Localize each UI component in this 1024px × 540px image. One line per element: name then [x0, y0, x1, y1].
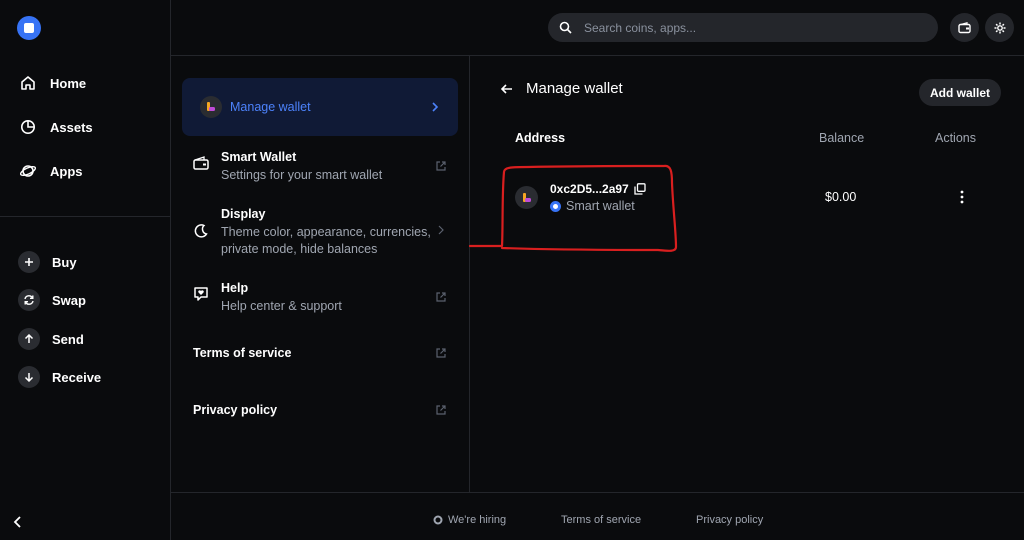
pie-chart-icon	[18, 117, 38, 137]
footer-link-privacy[interactable]: Privacy policy	[696, 514, 763, 526]
moon-icon	[193, 223, 211, 241]
back-arrow-icon[interactable]	[500, 82, 514, 96]
display-desc: Theme color, appearance, currencies, pri…	[221, 225, 431, 256]
page-title: Manage wallet	[526, 80, 623, 97]
action-label: Buy	[52, 254, 77, 270]
arrow-up-icon	[18, 328, 40, 350]
terms-title: Terms of service	[193, 346, 292, 360]
settings-item-manage-wallet[interactable]: Manage wallet	[182, 78, 458, 136]
more-options-icon[interactable]	[956, 189, 968, 205]
column-header-address: Address	[515, 131, 566, 145]
smart-wallet-desc: Settings for your smart wallet	[221, 168, 383, 182]
planet-icon	[18, 161, 38, 181]
column-header-balance: Balance	[819, 131, 865, 145]
help-desc: Help center & support	[221, 299, 342, 313]
help-title: Help	[221, 281, 249, 295]
arrow-down-icon	[18, 366, 40, 388]
wallet-avatar-icon	[200, 96, 222, 118]
nav-divider	[0, 216, 171, 217]
nav-item-label: Home	[50, 75, 87, 91]
action-label: Send	[52, 331, 84, 347]
gear-icon	[994, 22, 1006, 34]
wallet-icon	[958, 21, 971, 34]
footer-link-label: Privacy policy	[696, 514, 764, 526]
settings-button[interactable]	[985, 13, 1014, 42]
display-title: Display	[221, 207, 266, 221]
footer-link-label: Terms of service	[561, 514, 642, 526]
action-label: Swap	[52, 292, 86, 308]
plus-icon	[18, 251, 40, 273]
nav-item-assets[interactable]: Assets	[18, 113, 93, 141]
collapse-sidebar-icon[interactable]	[10, 514, 26, 530]
action-receive[interactable]: Receive	[18, 365, 101, 389]
nav-item-label: Apps	[50, 163, 83, 179]
action-send[interactable]: Send	[18, 327, 84, 351]
external-link-icon	[435, 347, 447, 359]
add-wallet-button[interactable]: Add wallet	[919, 79, 1001, 106]
search-bar[interactable]	[548, 13, 938, 42]
action-buy[interactable]: Buy	[18, 250, 77, 274]
external-link-icon	[435, 291, 447, 303]
hiring-dot-icon	[433, 515, 443, 525]
red-annotation-mark	[468, 164, 678, 252]
action-swap[interactable]: Swap	[18, 288, 86, 312]
manage-wallet-label: Manage wallet	[230, 100, 311, 114]
external-link-icon	[435, 160, 447, 172]
footer-link-terms[interactable]: Terms of service	[561, 514, 641, 526]
swap-icon	[18, 289, 40, 311]
chevron-right-icon	[435, 224, 447, 236]
external-link-icon	[435, 404, 447, 416]
wallet-balance: $0.00	[825, 190, 857, 204]
settings-menu: Manage wallet Smart Wallet Settings for …	[171, 56, 470, 492]
main-header: Manage wallet	[500, 80, 623, 97]
help-heart-icon	[193, 286, 211, 304]
nav-item-home[interactable]: Home	[18, 69, 86, 97]
column-header-actions: Actions	[935, 131, 976, 145]
privacy-title: Privacy policy	[193, 403, 278, 417]
search-icon	[559, 21, 572, 34]
settings-item-display[interactable]: Display Theme color, appearance, currenc…	[193, 207, 449, 259]
wallet-icon	[193, 156, 211, 174]
footer-divider	[171, 492, 1024, 493]
footer-link-hiring[interactable]: We're hiring	[433, 514, 506, 526]
smart-wallet-title: Smart Wallet	[221, 150, 297, 164]
action-label: Receive	[52, 369, 102, 385]
nav-item-label: Assets	[50, 119, 93, 135]
chevron-right-icon	[430, 101, 440, 113]
nav-item-apps[interactable]: Apps	[18, 157, 83, 185]
search-input[interactable]	[584, 20, 904, 35]
settings-item-privacy[interactable]: Privacy policy	[193, 403, 449, 419]
settings-item-terms[interactable]: Terms of service	[193, 346, 449, 362]
home-icon	[18, 73, 38, 93]
wallet-button[interactable]	[950, 13, 979, 42]
settings-item-smart-wallet[interactable]: Smart Wallet Settings for your smart wal…	[193, 150, 449, 184]
footer-link-label: We're hiring	[448, 514, 507, 526]
left-nav: Home Assets Apps Buy Swap Send Receive	[0, 0, 171, 540]
settings-item-help[interactable]: Help Help center & support	[193, 281, 449, 315]
coinbase-logo-icon[interactable]	[17, 16, 41, 40]
